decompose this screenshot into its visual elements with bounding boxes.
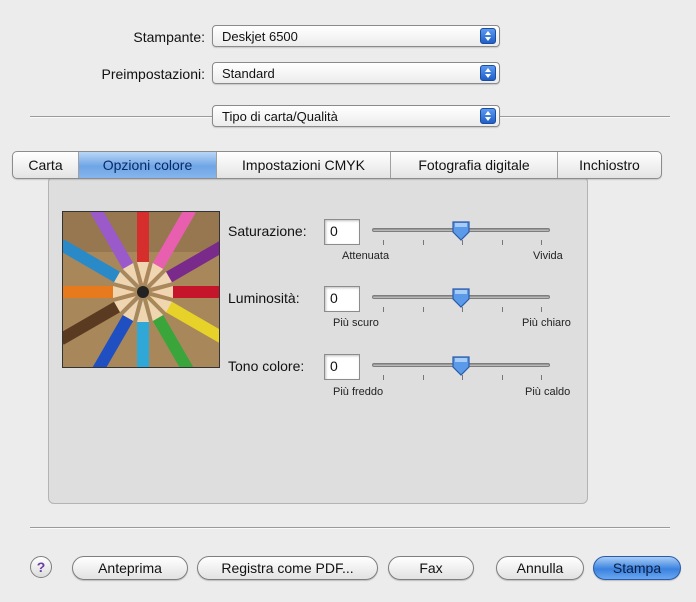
popup-arrows-icon [480,65,496,81]
slider-tick [502,240,503,245]
tab-bar: Carta Opzioni colore Impostazioni CMYK F… [12,151,662,179]
presets-value: Standard [222,66,275,81]
slider-tick [383,307,384,312]
help-icon[interactable]: ? [30,556,52,578]
slider-tick [502,375,503,380]
slider-tick [423,307,424,312]
panel-menu-popup[interactable]: Tipo di carta/Qualità [212,105,500,127]
cancel-button[interactable]: Annulla [496,556,584,580]
brightness-min-label: Più scuro [333,317,379,329]
printer-label: Stampante: [133,29,205,45]
saturation-label: Saturazione: [228,223,307,239]
printer-popup[interactable]: Deskjet 6500 [212,25,500,47]
presets-popup[interactable]: Standard [212,62,500,84]
saturation-min-label: Attenuata [342,250,390,262]
tone-min-label: Più freddo [333,386,384,398]
tone-max-label: Più caldo [525,386,571,398]
slider-tick [462,240,463,245]
preview-button[interactable]: Anteprima [72,556,188,580]
popup-arrows-icon [480,108,496,124]
popup-arrows-icon [480,28,496,44]
saturation-max-label: Vivida [533,250,563,262]
slider-tick [541,307,542,312]
slider-tick [383,375,384,380]
panel-menu-value: Tipo di carta/Qualità [222,109,338,124]
tone-label: Tono colore: [228,358,305,374]
brightness-field[interactable]: 0 [324,286,360,312]
tab-fotografia-digitale[interactable]: Fotografia digitale [391,152,558,178]
fax-button[interactable]: Fax [388,556,474,580]
slider-tick [462,375,463,380]
presets-label: Preimpostazioni: [101,66,206,82]
printer-value: Deskjet 6500 [222,29,298,44]
brightness-slider-thumb[interactable] [451,287,471,312]
color-preview-image [62,211,220,368]
tone-field[interactable]: 0 [324,354,360,380]
slider-tick [423,375,424,380]
tab-impostazioni-cmyk[interactable]: Impostazioni CMYK [217,152,391,178]
brightness-max-label: Più chiaro [522,317,571,329]
print-button[interactable]: Stampa [593,556,681,580]
slider-tick [541,240,542,245]
saturation-field[interactable]: 0 [324,219,360,245]
brightness-label: Luminosità: [228,290,300,306]
slider-tick [383,240,384,245]
slider-tick [502,307,503,312]
bottom-separator [30,527,670,529]
tab-opzioni-colore[interactable]: Opzioni colore [79,152,217,178]
saturation-slider-thumb[interactable] [451,220,471,245]
tone-slider-thumb[interactable] [451,355,471,380]
slider-tick [541,375,542,380]
slider-tick [423,240,424,245]
save-pdf-button[interactable]: Registra come PDF... [197,556,378,580]
tab-carta[interactable]: Carta [13,152,79,178]
slider-tick [462,307,463,312]
tab-inchiostro[interactable]: Inchiostro [558,152,661,178]
